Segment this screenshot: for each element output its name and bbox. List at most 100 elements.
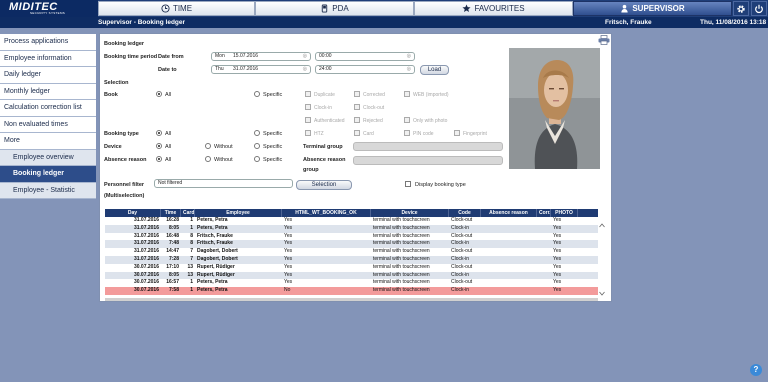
date-from-field[interactable]: Mon 15.07.2016 ◎	[211, 52, 311, 61]
pda-icon	[322, 4, 328, 13]
column-header-photo[interactable]: PHOTO	[551, 209, 578, 217]
sidebar-item-calculation-correction-list[interactable]: Calculation correction list	[0, 100, 96, 117]
option-web-imported-checkbox[interactable]	[404, 91, 410, 97]
absence-reason-all-radio[interactable]	[156, 156, 162, 162]
sidebar-item-employee-statistic[interactable]: Employee - Statistic	[0, 182, 96, 199]
book-specific-radio[interactable]	[254, 91, 260, 97]
device-specific-radio[interactable]	[254, 143, 260, 149]
cell-corr	[537, 256, 551, 264]
display-booking-type-checkbox[interactable]	[405, 181, 411, 187]
cell-corr	[537, 272, 551, 280]
terminal-group-field[interactable]	[353, 142, 503, 151]
column-header-code[interactable]: Code	[449, 209, 481, 217]
load-button[interactable]: Load	[420, 65, 449, 75]
option-clock-in-label: Clock-in	[314, 105, 333, 111]
option-card-checkbox[interactable]	[354, 130, 360, 136]
table-row[interactable]: 30.07.2016 17:10 13 Rupert, Rüdiger Yes termi…	[105, 263, 598, 272]
table-row[interactable]: 31.07.2016 7:48 8 Fritsch, Frauke Yes termina…	[105, 240, 598, 249]
book-specific-label: Specific	[263, 92, 283, 98]
cell-card: 8	[190, 240, 193, 247]
selection-button[interactable]: Selection	[296, 180, 352, 190]
option-clock-out-checkbox[interactable]	[354, 104, 360, 110]
column-header-card[interactable]: Card	[181, 209, 195, 217]
cell-corr	[537, 248, 551, 256]
cell-card: 8	[190, 232, 193, 239]
booking-type-all-radio[interactable]	[156, 130, 162, 136]
cell-corr	[537, 264, 551, 272]
option-duplicate-checkbox[interactable]	[305, 91, 311, 97]
cell-photo: Yes	[553, 287, 562, 294]
cell-absence-reason	[481, 248, 537, 256]
tab-supervisor[interactable]: SUPERVISOR	[573, 1, 732, 16]
device-without-radio[interactable]	[205, 143, 211, 149]
option-rejected-checkbox[interactable]	[354, 117, 360, 123]
clock-small-icon: ◎	[406, 66, 411, 72]
table-vertical-scrollbar[interactable]	[598, 209, 606, 298]
sidebar-item-booking-ledger[interactable]: Booking ledger	[0, 166, 96, 183]
cell-booking-ok: Yes	[284, 232, 293, 239]
table-row[interactable]: 30.07.2016 8:05 13 Rupert, Rüdiger Yes termin…	[105, 271, 598, 280]
book-all-radio[interactable]	[156, 91, 162, 97]
time-to-field[interactable]: 24:00 ◎	[315, 65, 415, 74]
cell-booking-ok: No	[284, 287, 291, 294]
option-authenticated-checkbox[interactable]	[305, 117, 311, 123]
time-from-value: 00:00	[319, 53, 332, 59]
tab-favourites[interactable]: FAVOURITES	[414, 1, 573, 16]
table-row[interactable]: 31.07.2016 16:48 8 Fritsch, Frauke Yes termin…	[105, 232, 598, 241]
cell-time: 8:05	[168, 271, 179, 278]
cell-card: 7	[190, 248, 193, 255]
absence-reason-without-radio[interactable]	[205, 156, 211, 162]
tab-pda[interactable]: PDA	[255, 1, 414, 16]
absence-reason-group-field[interactable]	[353, 156, 503, 165]
option-fingerprint-checkbox[interactable]	[454, 130, 460, 136]
sidebar-item-daily-ledger[interactable]: Daily ledger	[0, 67, 96, 84]
absence-reason-specific-radio[interactable]	[254, 156, 260, 162]
column-header-corr[interactable]: Corr.	[537, 209, 551, 217]
print-button[interactable]	[598, 35, 610, 45]
cell-photo: Yes	[553, 217, 562, 223]
cell-employee: Dagobert, Dobert	[197, 248, 238, 255]
sidebar-item-monthly-ledger[interactable]: Monthly ledger	[0, 83, 96, 100]
column-header-time[interactable]: Time	[161, 209, 181, 217]
column-header-absence-reason[interactable]: Absence reason	[481, 209, 537, 217]
absence-reason-group-label: Absence reason	[303, 157, 346, 163]
table-row[interactable]: 30.07.2016 7:58 1 Peters, Petra No terminal w…	[105, 287, 598, 295]
column-header-day[interactable]: Day	[105, 209, 161, 217]
sidebar-item-employee-information[interactable]: Employee information	[0, 50, 96, 67]
table-row[interactable]: 31.07.2016 8:05 1 Peters, Petra Yes terminal …	[105, 224, 598, 233]
table-row[interactable]: 31.07.2016 14:47 7 Dagobert, Dobert Yes termi…	[105, 248, 598, 256]
option-htz-checkbox[interactable]	[305, 130, 311, 136]
sidebar-item-process-applications[interactable]: Process applications	[0, 34, 96, 51]
help-button[interactable]: ?	[750, 364, 762, 376]
settings-button[interactable]	[733, 1, 749, 16]
table-row[interactable]: 31.07.2016 16:28 1 Peters, Petra Yes terminal…	[105, 217, 598, 225]
table-row[interactable]: 31.07.2016 7:28 7 Dagobert, Dobert Yes termin…	[105, 255, 598, 264]
logout-button[interactable]	[751, 1, 767, 16]
booking-type-specific-radio[interactable]	[254, 130, 260, 136]
cell-code: Clock-out	[451, 232, 473, 239]
cell-device: terminal with touchscreen	[373, 232, 430, 239]
option-clock-in-checkbox[interactable]	[305, 104, 311, 110]
device-all-radio[interactable]	[156, 143, 162, 149]
cell-photo: Yes	[553, 271, 562, 278]
column-header-employee[interactable]: Employee	[195, 209, 282, 217]
option-web-imported-label: WEB (imported)	[413, 92, 449, 98]
table-row[interactable]: 30.07.2016 16:57 1 Peters, Petra Yes terminal…	[105, 279, 598, 288]
multiselection-label: (Multiselection)	[104, 193, 145, 199]
tab-time[interactable]: TIME	[98, 1, 255, 16]
cell-card: 13	[187, 263, 193, 270]
column-header-booking-ok[interactable]: HTML_WT_BOOKING_OK	[282, 209, 371, 217]
personnel-filter-field[interactable]: Not filtered	[154, 179, 293, 188]
date-to-field[interactable]: Thu 31.07.2016 ◎	[211, 65, 311, 74]
cell-absence-reason	[481, 279, 537, 287]
option-only-with-photo-checkbox[interactable]	[404, 117, 410, 123]
cell-day: 31.07.2016	[133, 248, 159, 255]
time-from-field[interactable]: 00:00 ◎	[315, 52, 415, 61]
option-pin-code-checkbox[interactable]	[404, 130, 410, 136]
sidebar-item-employee-overview[interactable]: Employee overview	[0, 149, 96, 166]
table-horizontal-scrollbar[interactable]	[105, 298, 598, 301]
sidebar-item-non-evaluated-times[interactable]: Non evaluated times	[0, 116, 96, 133]
column-header-device[interactable]: Device	[371, 209, 449, 217]
option-corrected-checkbox[interactable]	[354, 91, 360, 97]
sidebar-item-more[interactable]: More	[0, 133, 96, 150]
